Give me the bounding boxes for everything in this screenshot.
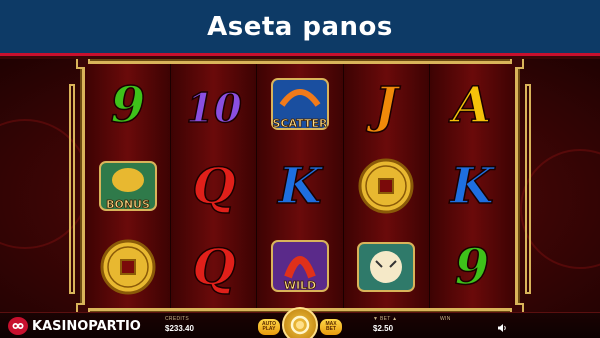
symbol-k-icon: K [430,145,515,226]
maxbet-label-line2: BET [326,326,336,332]
symbol-10-icon: 10 [171,64,256,145]
symbol-label: WILD [284,279,316,292]
symbol-coin-icon [85,227,170,308]
symbol-glyph: 10 [186,85,242,132]
reel-3: SCATTER K WILD [257,64,344,308]
control-bar: KASINOPARTIO CREDITS $233.40 AUTO PLAY MA… [0,307,600,338]
spin-icon [290,315,310,335]
symbol-glyph: Q [192,156,236,215]
background-ornament [520,149,600,269]
symbol-glyph: J [366,75,401,134]
autoplay-button[interactable]: AUTO PLAY [258,319,280,335]
symbol-a-icon: A [430,64,515,145]
symbol-9-icon: 9 [430,227,515,308]
background-ornament [0,119,90,249]
frame-pillar [69,84,75,294]
symbol-tiger-icon [344,227,429,308]
symbol-j-icon: J [344,64,429,145]
reels-frame: 9 BONUS 10 Q Q SCATTER K WILD J A K 9 [69,59,531,317]
symbol-label: SCATTER [273,117,328,130]
symbol-q-icon: Q [171,145,256,226]
symbol-q-icon: Q [171,227,256,308]
reel-1: 9 BONUS [85,64,172,308]
page-title: Aseta panos [207,11,393,42]
reels-grid: 9 BONUS 10 Q Q SCATTER K WILD J A K 9 [85,64,516,308]
symbol-bonus-icon: BONUS [85,145,170,226]
bet-field[interactable]: ▼ BET ▲ $2.50 [373,316,397,333]
symbol-9-icon: 9 [85,64,170,145]
symbol-glyph: K [449,156,497,215]
symbol-glyph: Q [192,237,236,296]
header-banner: Aseta panos [0,0,600,56]
symbol-glyph: 9 [455,237,490,296]
autoplay-label-line2: PLAY [262,326,276,332]
symbol-glyph: K [276,156,324,215]
reel-4: J [343,64,430,308]
max-bet-button[interactable]: MAX BET [320,319,342,335]
symbol-label: BONUS [106,198,150,211]
symbol-glyph: A [449,75,492,134]
symbol-wild-icon: WILD [257,227,342,308]
win-label: WIN [440,316,451,322]
spin-button[interactable] [282,307,318,338]
brand-badge-icon [8,317,28,335]
brand-logo: KASINOPARTIO [8,317,141,335]
symbol-k-icon: K [257,145,342,226]
reel-2: 10 Q Q [171,64,258,308]
bet-label[interactable]: ▼ BET ▲ [373,316,397,322]
credits-field: CREDITS $233.40 [165,316,194,333]
symbol-scatter-icon: SCATTER [257,64,342,145]
reel-5: AK 9 [429,64,516,308]
brand-name: KASINOPARTIO [32,318,141,334]
sound-icon[interactable] [497,320,507,338]
win-field: WIN [440,316,451,324]
bet-value: $2.50 [373,324,394,333]
symbol-coin-icon [344,145,429,226]
game-stage: 9 BONUS 10 Q Q SCATTER K WILD J A K 9 KASINOPARTIO … [0,59,600,338]
symbol-glyph: 9 [110,75,145,134]
credits-label: CREDITS [165,316,190,322]
frame-pillar [525,84,531,294]
credits-value: $233.40 [165,324,194,333]
